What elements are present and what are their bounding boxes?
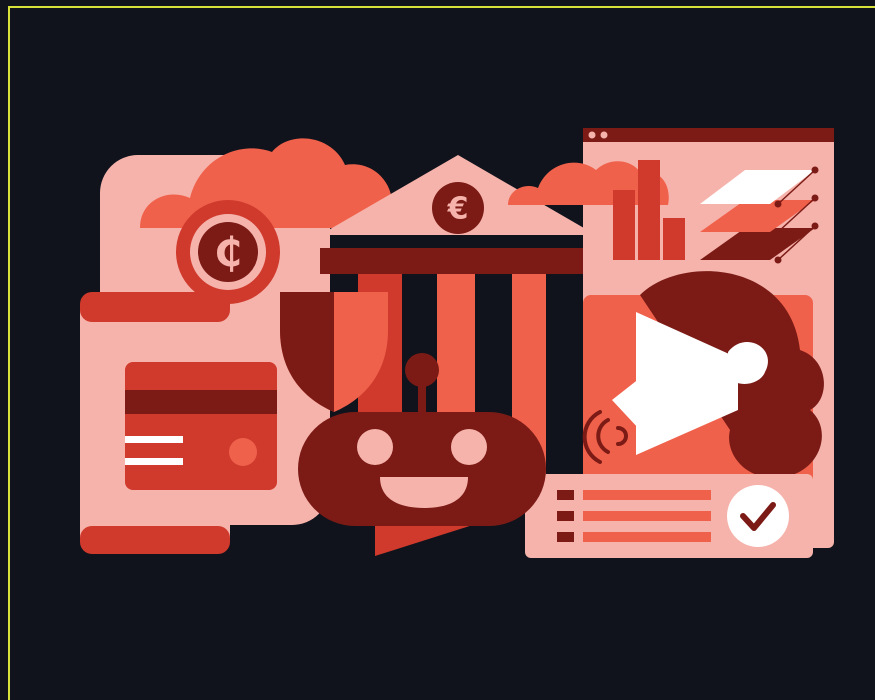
cedi-symbol: ₵ (214, 230, 242, 276)
window-dot (588, 131, 596, 139)
credit-card-icon (125, 362, 277, 490)
fintech-illustration: ₵ € (80, 128, 834, 558)
euro-coin-icon: € (432, 182, 484, 234)
euro-symbol: € (447, 192, 469, 227)
window-dot (600, 131, 608, 139)
cedi-coin-icon: ₵ (176, 200, 280, 304)
checkmark-icon (727, 485, 789, 547)
